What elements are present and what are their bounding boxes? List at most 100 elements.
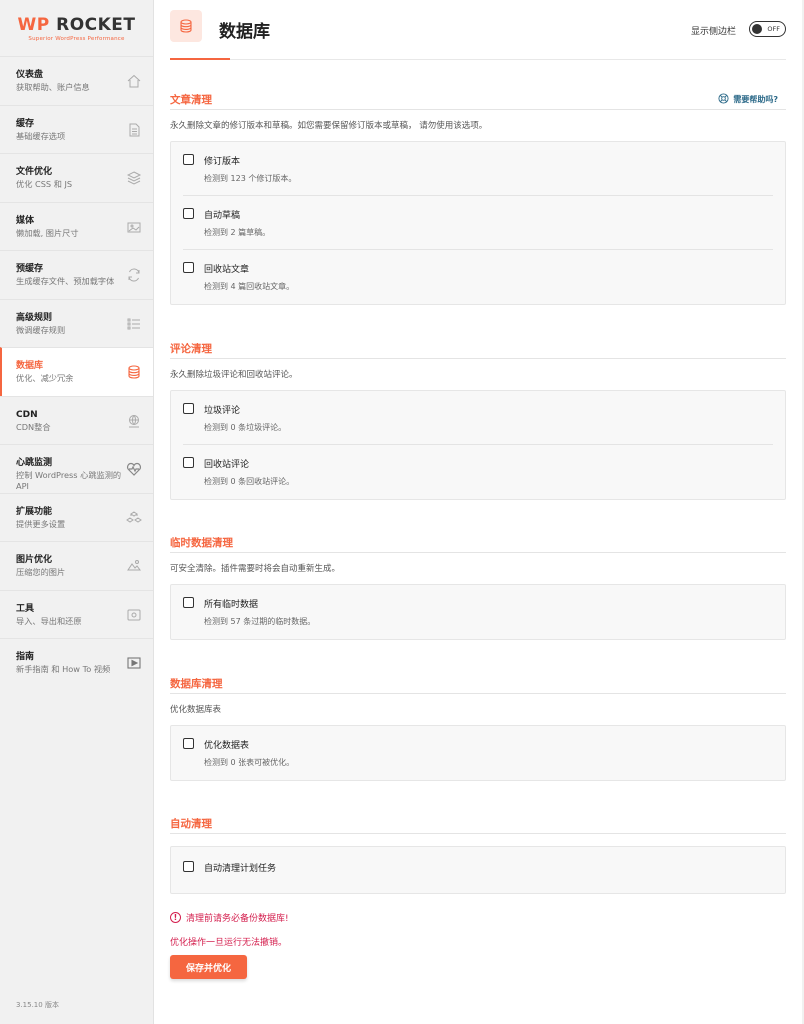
revisions-checkbox[interactable] [183, 154, 194, 165]
help-label: 需要帮助吗? [733, 95, 778, 104]
sidebar-item-image-optimization[interactable]: 图片优化 压缩您的图片 [0, 541, 153, 590]
heartbeat-icon [125, 460, 143, 478]
media-icon [125, 218, 143, 236]
help-link[interactable]: 需要帮助吗? [718, 93, 778, 106]
page-header: 数据库 显示侧边栏 OFF [170, 0, 786, 60]
sidebar-item-title: 工具 [16, 603, 35, 614]
cdn-icon [125, 412, 143, 430]
all-transients-checkbox[interactable] [183, 597, 194, 608]
section-transients-cleanup: 临时数据清理 可安全清除。插件需要时将会自动重新生成。 所有临时数据 检测到 5… [170, 533, 786, 640]
sidebar-item-desc: 优化 CSS 和 JS [16, 179, 73, 189]
sidebar-item-title: 文件优化 [16, 167, 53, 177]
lifebuoy-icon [718, 93, 729, 106]
options-box: 垃圾评论 检测到 0 条垃圾评论。 回收站评论 检测到 0 条回收站评论。 [170, 390, 786, 500]
sidebar-item-desc: 生成缓存文件、预加载字体 [16, 276, 115, 286]
database-icon [170, 10, 202, 42]
sidebar-toggle-label: 显示侧边栏 [690, 27, 736, 37]
refresh-icon [125, 266, 143, 284]
header-underline [170, 58, 230, 60]
wp-rocket-logo[interactable]: WP ROCKET Superior WordPress Performance [0, 0, 153, 56]
spam-comments-checkbox[interactable] [183, 403, 194, 414]
sidebar-item-media[interactable]: 媒体 懒加载, 图片尺寸 [0, 201, 153, 251]
house-icon [125, 72, 143, 90]
option-count: 检测到 2 篇草稿。 [204, 228, 271, 237]
sidebar-item-desc: 控制 WordPress 心跳监测的 API [16, 470, 122, 491]
sidebar-item-preload[interactable]: 预缓存 生成缓存文件、预加载字体 [0, 250, 153, 299]
section-desc: 永久删除文章的修订版本和草稿。如您需要保留修订版本或草稿， 请勿使用该选项。 [170, 121, 488, 131]
sidebar-item-cache[interactable]: 缓存 基础缓存选项 [0, 104, 153, 154]
logo-prefix: WP [17, 14, 50, 35]
warning-text: 优化操作一旦运行无法撤销。 [170, 938, 288, 948]
section-title: 自动清理 [170, 818, 212, 830]
option-auto-drafts: 自动草稿 检测到 2 篇草稿。 [183, 196, 773, 250]
sidebar: WP ROCKET Superior WordPress Performance… [0, 0, 154, 1024]
sidebar-item-file-optimization[interactable]: 文件优化 优化 CSS 和 JS [0, 153, 153, 202]
auto-drafts-checkbox[interactable] [183, 208, 194, 219]
image-icon [125, 557, 143, 575]
sidebar-toggle[interactable]: OFF [749, 21, 786, 37]
sidebar-item-advanced-rules[interactable]: 高级规则 微调缓存规则 [0, 298, 153, 348]
layers-icon [125, 169, 143, 187]
document-icon [125, 121, 143, 139]
section-title: 数据库清理 [170, 678, 223, 690]
option-trashed-comments: 回收站评论 检测到 0 条回收站评论。 [183, 445, 773, 499]
sidebar-item-title: 数据库 [16, 361, 44, 371]
sidebar-item-desc: CDN整合 [16, 421, 51, 432]
option-all-transients: 所有临时数据 检测到 57 条过期的临时数据。 [183, 585, 773, 639]
optimize-tables-checkbox[interactable] [183, 738, 194, 749]
toggle-knob [752, 24, 762, 34]
option-label: 自动清理计划任务 [204, 864, 277, 874]
sidebar-item-dashboard[interactable]: 仪表盘 获取帮助、账户信息 [0, 56, 153, 105]
sidebar-item-desc: 获取帮助、账户信息 [16, 82, 90, 92]
sidebar-item-heartbeat[interactable]: 心跳监测 控制 WordPress 心跳监测的 API [0, 444, 153, 493]
sidebar-item-desc: 提供更多设置 [16, 518, 66, 529]
section-desc: 永久删除垃圾评论和回收站评论。 [170, 370, 298, 380]
sidebar-item-addons[interactable]: 扩展功能 提供更多设置 [0, 492, 153, 542]
addons-icon [125, 509, 143, 527]
section-desc: 可安全清除。插件需要时将会自动重新生成。 [170, 564, 341, 574]
option-label: 修订版本 [204, 157, 241, 167]
sidebar-item-title: 高级规则 [16, 312, 53, 323]
tools-icon [125, 606, 143, 624]
page-title: 数据库 [219, 22, 270, 42]
option-scheduled-cleanup: 自动清理计划任务 [183, 847, 773, 893]
scheduled-cleanup-checkbox[interactable] [183, 861, 194, 872]
section-auto-cleanup: 自动清理 自动清理计划任务 [170, 814, 786, 894]
sidebar-item-desc: 懒加载, 图片尺寸 [16, 227, 79, 238]
sidebar-item-title: 缓存 [16, 118, 35, 129]
sidebar-item-title: 扩展功能 [16, 506, 53, 517]
irreversible-warning: 优化操作一旦运行无法撤销。 [170, 935, 287, 948]
option-label: 回收站文章 [204, 265, 250, 275]
sidebar-item-desc: 优化、减少冗余 [16, 373, 74, 383]
toggle-state: OFF [767, 25, 780, 33]
sidebar-item-title: CDN [16, 409, 38, 420]
option-label: 所有临时数据 [204, 600, 259, 610]
sidebar-item-tutorials[interactable]: 指南 新手指南 和 How To 视频 [0, 638, 153, 687]
option-spam-comments: 垃圾评论 检测到 0 条垃圾评论。 [183, 391, 773, 445]
option-label: 回收站评论 [204, 460, 250, 470]
sidebar-item-title: 心跳监测 [16, 458, 53, 468]
sidebar-item-tools[interactable]: 工具 导入、导出和还原 [0, 589, 153, 639]
trashed-comments-checkbox[interactable] [183, 457, 194, 468]
list-icon [125, 315, 143, 333]
section-comment-cleanup: 评论清理 永久删除垃圾评论和回收站评论。 垃圾评论 检测到 0 条垃圾评论。 回… [170, 339, 786, 500]
section-desc: 优化数据库表 [170, 705, 222, 715]
option-count: 检测到 123 个修订版本。 [204, 174, 297, 183]
option-count: 检测到 57 条过期的临时数据。 [204, 617, 316, 626]
option-label: 自动草稿 [204, 211, 241, 221]
sidebar-item-title: 图片优化 [16, 555, 53, 565]
sidebar-item-cdn[interactable]: CDN CDN整合 [0, 395, 153, 445]
sidebar-item-database[interactable]: 数据库 优化、减少冗余 [0, 347, 153, 396]
save-and-optimize-button[interactable]: 保存并优化 [170, 955, 247, 979]
warning-text: 清理前请务必备份数据库! [186, 914, 289, 924]
section-database-cleanup: 数据库清理 优化数据库表 优化数据表 检测到 0 张表可被优化。 [170, 674, 786, 781]
sidebar-item-title: 媒体 [16, 215, 35, 226]
sidebar-item-desc: 新手指南 和 How To 视频 [16, 664, 111, 674]
logo-name: ROCKET [56, 14, 136, 35]
trashed-posts-checkbox[interactable] [183, 262, 194, 273]
options-box: 所有临时数据 检测到 57 条过期的临时数据。 [170, 584, 786, 640]
logo-tagline: Superior WordPress Performance [28, 35, 125, 42]
sidebar-item-title: 预缓存 [16, 264, 44, 274]
sidebar-item-desc: 微调缓存规则 [16, 324, 66, 335]
option-label: 优化数据表 [204, 741, 250, 751]
